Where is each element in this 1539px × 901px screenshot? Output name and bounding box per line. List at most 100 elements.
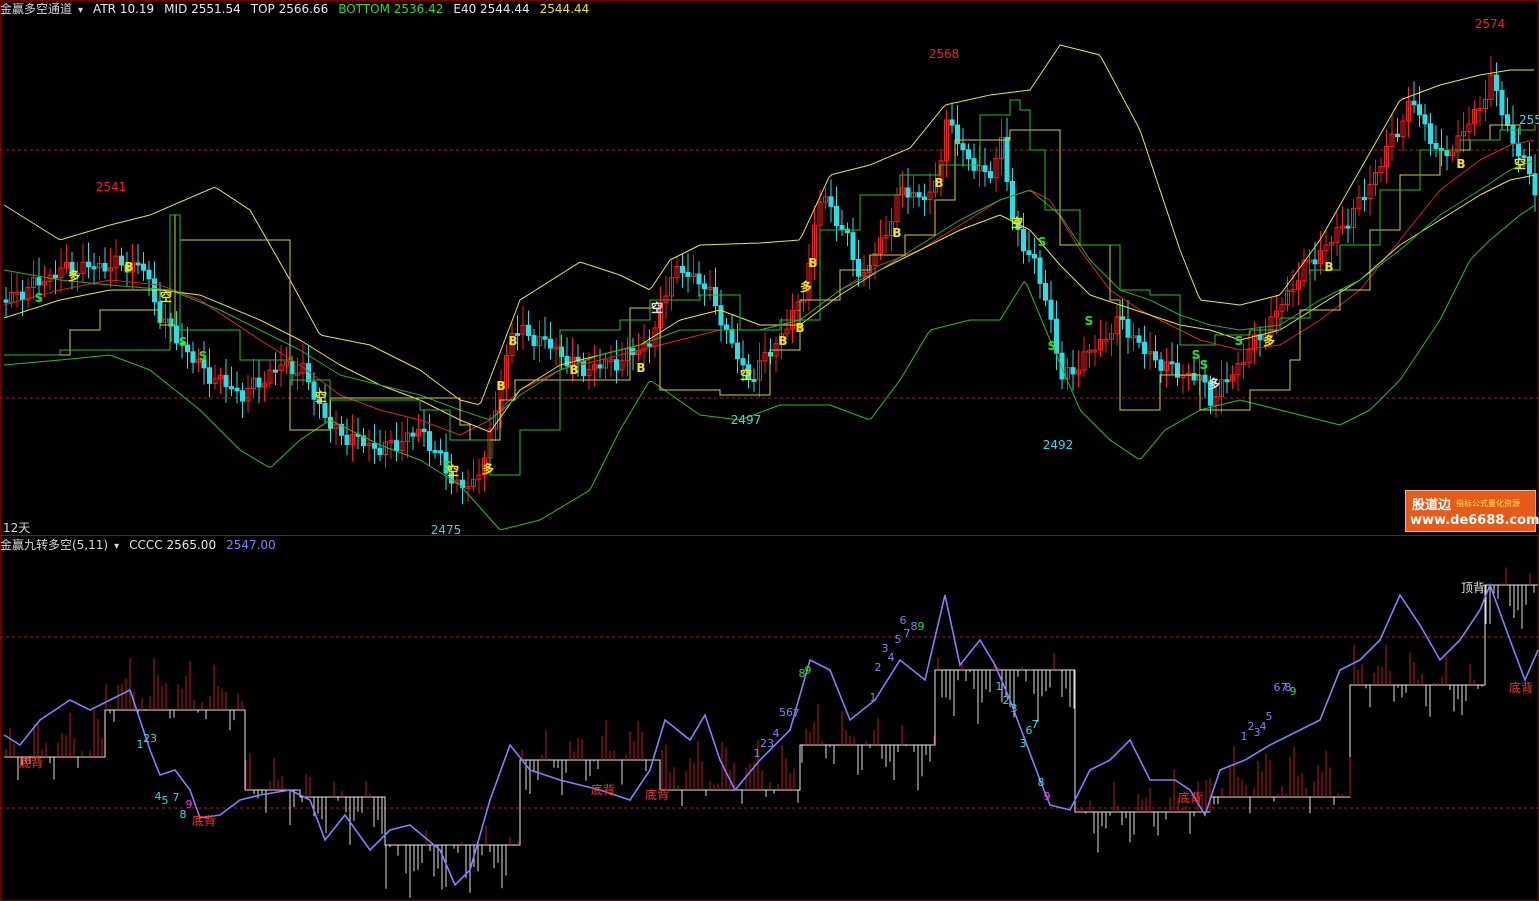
signal-marker: B [778, 334, 787, 348]
signal-marker: S [1038, 235, 1047, 249]
candle-body [834, 205, 839, 227]
signal-marker: S [1200, 358, 1209, 372]
watermark-title: 股道边 [1412, 498, 1452, 513]
candle-body [119, 255, 124, 266]
signal-marker: B [636, 361, 645, 375]
candle-body [273, 369, 278, 373]
candle-body [685, 272, 691, 277]
ma-red-line [3, 139, 1535, 436]
candle-body [1048, 299, 1054, 320]
candle-body [966, 149, 971, 160]
candle-body [856, 258, 861, 277]
candle-body [1070, 367, 1076, 375]
candle-body [1043, 282, 1048, 301]
count-label: 3 [1020, 737, 1027, 750]
candle-body [190, 351, 196, 363]
price-label-2568: 2568 [929, 47, 960, 61]
candle-body [223, 374, 229, 388]
count-label: 5 [1266, 710, 1273, 723]
candle-body [647, 343, 652, 347]
count-label: 2 [875, 661, 882, 674]
candle-body [1125, 318, 1131, 338]
candle-body [36, 277, 42, 286]
count-label: 6 [900, 614, 907, 627]
signal-marker: 空 [1011, 215, 1023, 230]
signal-marker: B [892, 226, 901, 240]
divergence-label: 顶背 [1461, 581, 1485, 595]
signal-marker: 空 [315, 389, 327, 404]
count-label: 9 [1044, 790, 1051, 803]
candle-body [421, 428, 427, 433]
candle-body [86, 261, 91, 268]
candle-body [146, 269, 152, 280]
signal-marker: 多 [1263, 333, 1275, 348]
signal-marker: B [808, 256, 817, 270]
signal-marker: 多 [1208, 376, 1220, 391]
candle-body [531, 335, 537, 347]
candle-body [289, 361, 295, 375]
candle-body [1136, 335, 1142, 343]
divergence-label: 底背 [19, 755, 43, 770]
signal-marker: S [1048, 339, 1057, 353]
count-label: 8 [1038, 776, 1045, 789]
signal-marker: B [508, 334, 517, 348]
signal-marker: S [1235, 334, 1244, 348]
signal-marker: 空 [160, 289, 172, 304]
price-label-2574: 2574 [1475, 17, 1506, 31]
count-label: 4 [155, 790, 162, 803]
signal-marker: B [496, 379, 505, 393]
candle-body [20, 291, 25, 301]
candle-body [955, 124, 960, 145]
candle-body [1395, 133, 1400, 138]
candle-body [542, 336, 548, 340]
candle-body [1494, 74, 1499, 91]
signal-marker: S [199, 349, 208, 363]
count-label: 4 [773, 727, 780, 740]
candle-body [1411, 100, 1417, 106]
candle-body [850, 232, 856, 260]
candle-body [344, 434, 350, 445]
signal-marker: B [1456, 157, 1465, 171]
candle-body [1004, 136, 1010, 183]
candle-body [949, 119, 955, 126]
signal-marker: B [795, 321, 804, 335]
candle-body [322, 402, 328, 418]
count-label: 56 [779, 706, 793, 719]
count-label: 5 [895, 633, 902, 646]
watermark-subtitle: 指标公式量化资源 [1456, 499, 1520, 508]
candle-body [1037, 257, 1043, 284]
candle-body [1032, 254, 1037, 259]
count-label: 1 [1241, 730, 1248, 743]
candle-body [1026, 250, 1032, 256]
count-label: 7 [1032, 718, 1039, 731]
candle-body [1202, 374, 1208, 383]
count-label: 8 [911, 620, 918, 633]
candle-body [702, 283, 707, 290]
candle-body [1362, 197, 1367, 201]
divergence-label: 底背 [645, 787, 669, 802]
candle-body [1059, 352, 1065, 380]
candle-body [1428, 123, 1433, 144]
candle-body [1142, 341, 1147, 354]
candle-body [427, 431, 432, 451]
signal-marker: 多 [482, 461, 494, 476]
candle-body [1153, 351, 1158, 361]
kline-chart[interactable]: 254124752497256824922574255多B空SSS空S空 多BBB… [0, 0, 1539, 901]
price-label-2497: 2497 [731, 413, 762, 427]
count-label: 1 [996, 680, 1003, 693]
histogram-group [5, 567, 1535, 898]
candle-body [1417, 104, 1422, 116]
count-label: 2 [1003, 694, 1010, 707]
candle-body [91, 266, 97, 270]
upper-band-line [3, 44, 1534, 406]
candle-body [372, 442, 377, 449]
candle-body [135, 262, 141, 266]
candle-body [1158, 359, 1164, 371]
candle-body [240, 390, 245, 402]
count-label: 9 [1290, 685, 1297, 698]
signal-marker: 多 [800, 279, 812, 294]
price-label-2541: 2541 [96, 180, 127, 194]
right-axis-label: 255 [1519, 113, 1539, 127]
price-label-2492: 2492 [1043, 438, 1074, 452]
candle-body [548, 338, 553, 349]
